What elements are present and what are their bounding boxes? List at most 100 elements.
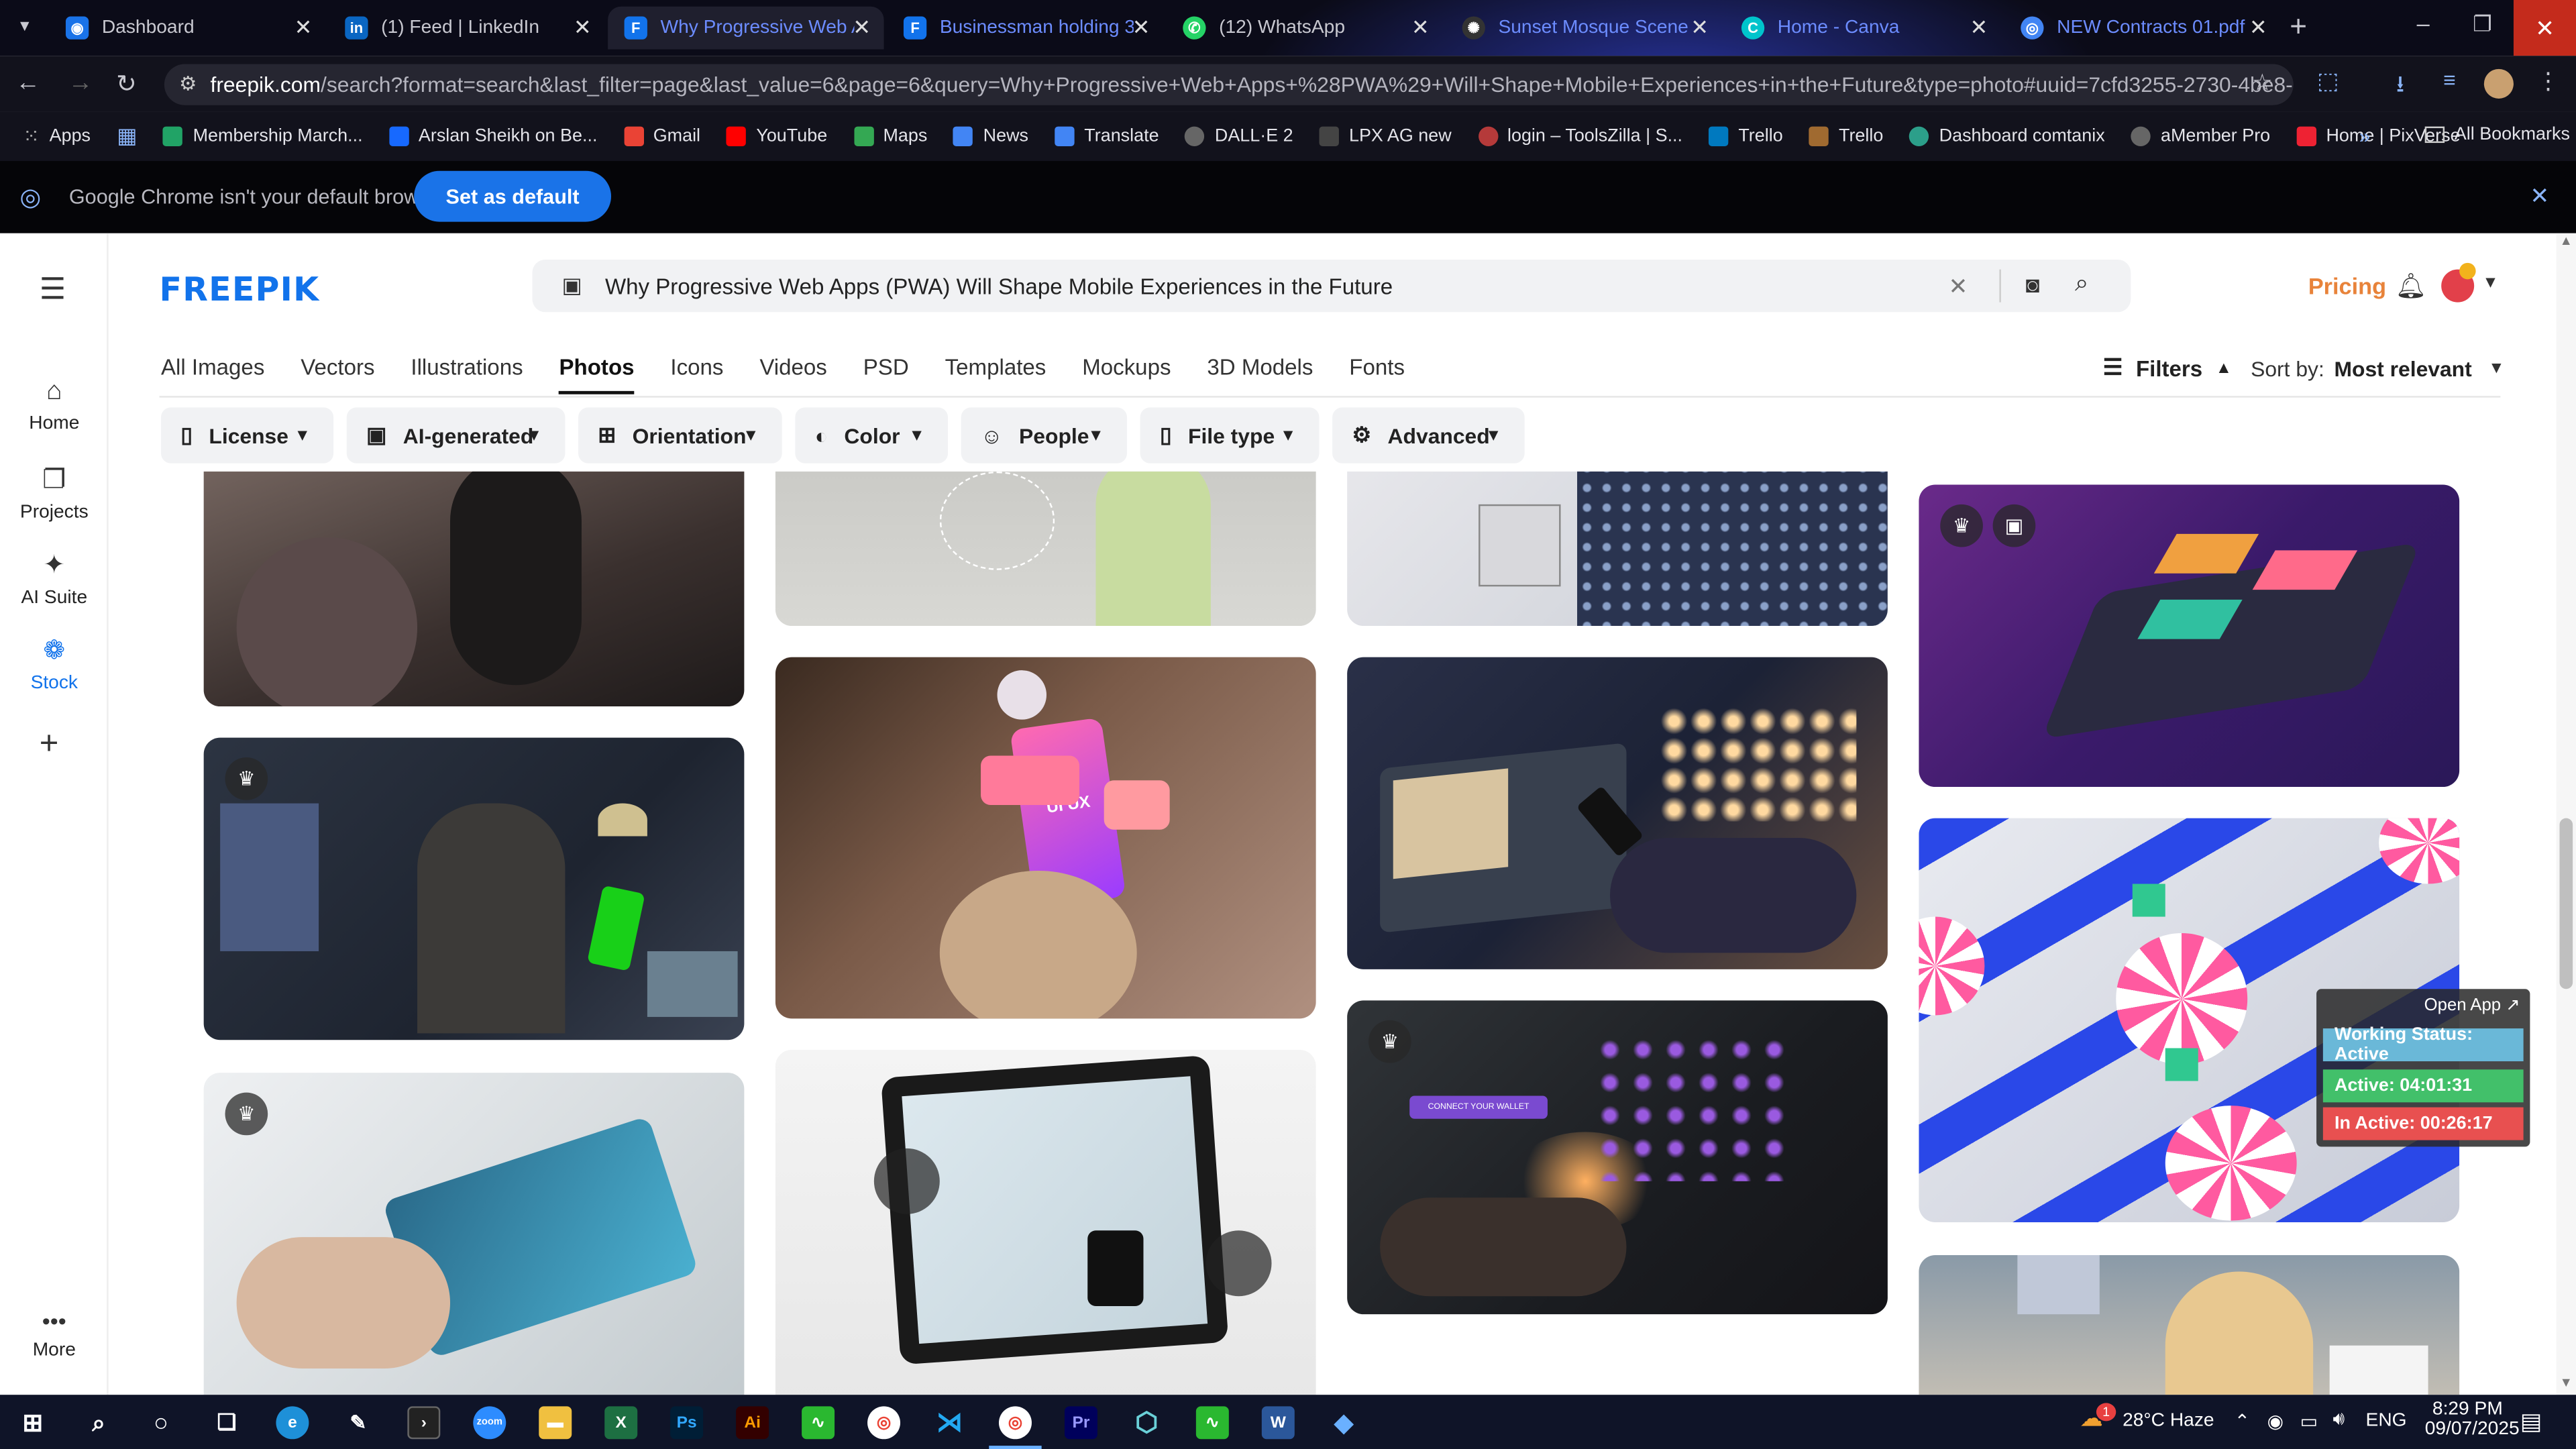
bookmark-maps[interactable]: Maps <box>853 126 927 146</box>
chevron-down-icon[interactable]: ▼ <box>2482 274 2498 292</box>
hamburger-menu-icon[interactable]: ☰ <box>40 273 66 307</box>
tab-whatsapp[interactable]: ✆ (12) WhatsApp ✕ <box>1167 7 1442 50</box>
bookmark-star-icon[interactable]: ☆ <box>2247 69 2277 97</box>
app-icon[interactable]: ∿ <box>802 1406 835 1440</box>
volume-icon[interactable]: 🔊︎ <box>2333 1409 2345 1431</box>
tab-mockups[interactable]: Mockups <box>1082 355 1171 394</box>
close-window-icon[interactable]: ✕ <box>2513 0 2576 56</box>
close-icon[interactable]: ✕ <box>853 15 871 41</box>
tab-fonts[interactable]: Fonts <box>1349 355 1405 394</box>
camera-icon[interactable]: ◙ <box>2026 271 2040 297</box>
sidebar-item-more[interactable]: ••• More <box>0 1307 109 1360</box>
bookmark-behance[interactable]: Arslan Sheikh on Be... <box>388 126 597 146</box>
file-type-filter[interactable]: ▯ File type ▼ <box>1140 407 1320 464</box>
tab-illustrations[interactable]: Illustrations <box>411 355 523 394</box>
set-as-default-button[interactable]: Set as default <box>414 170 612 222</box>
search-icon[interactable]: ⌕ <box>2075 270 2089 298</box>
more-bookmarks-icon[interactable]: » <box>2359 125 2370 148</box>
close-icon[interactable]: ✕ <box>2249 15 2267 41</box>
tab-all-images[interactable]: All Images <box>161 355 264 394</box>
license-filter[interactable]: ▯ License ▼ <box>161 407 334 464</box>
image-card[interactable] <box>1347 657 1888 969</box>
image-card[interactable]: ♛ ▣ <box>1919 484 2460 788</box>
terminal-icon[interactable]: › <box>407 1406 441 1440</box>
pen-icon[interactable]: ✎ <box>341 1406 374 1439</box>
premiere-icon[interactable]: Pr <box>1064 1406 1097 1440</box>
back-icon[interactable]: ← <box>13 69 43 97</box>
pricing-link[interactable]: Pricing <box>2308 273 2386 299</box>
extensions-icon[interactable]: ⬚ <box>2313 67 2343 95</box>
add-icon[interactable]: + <box>40 726 59 763</box>
illustrator-icon[interactable]: Ai <box>736 1406 769 1440</box>
notifications-icon[interactable]: ▤ <box>2520 1408 2542 1436</box>
chevron-up-icon[interactable]: ⌃ <box>2235 1409 2251 1432</box>
tab-3d-models[interactable]: 3D Models <box>1207 355 1313 394</box>
bookmark-gmail[interactable]: Gmail <box>623 126 700 146</box>
photoshop-icon[interactable]: Ps <box>670 1406 704 1440</box>
site-info-icon[interactable]: ⚙ <box>179 72 197 95</box>
image-card[interactable]: CONNECT YOUR WALLET ♛ <box>1347 1000 1888 1315</box>
scroll-up-icon[interactable]: ▲ <box>2560 233 2573 248</box>
tab-icons[interactable]: Icons <box>670 355 723 394</box>
close-icon[interactable]: ✕ <box>1970 15 1988 41</box>
reload-icon[interactable]: ↻ <box>112 69 142 99</box>
cortana-icon[interactable]: ○ <box>145 1406 178 1439</box>
tab-templates[interactable]: Templates <box>945 355 1046 394</box>
tab-freepik-pwa[interactable]: F Why Progressive Web Ap ✕ <box>608 6 884 50</box>
bookmark-trello[interactable]: Trello <box>1709 126 1783 146</box>
tab-chatgpt[interactable]: ✺ Sunset Mosque Scene Co ✕ <box>1446 7 1721 50</box>
bookmark-youtube[interactable]: YouTube <box>727 126 827 146</box>
bookmark-toolszilla[interactable]: login – ToolsZilla | S... <box>1477 126 1682 146</box>
new-tab-icon[interactable]: + <box>2284 10 2313 44</box>
app-icon[interactable]: ◆ <box>1328 1406 1360 1439</box>
bookmark-translate[interactable]: Translate <box>1055 126 1159 146</box>
people-filter[interactable]: ☺ People ▼ <box>961 407 1127 464</box>
chrome-active-icon[interactable]: ◎ <box>998 1406 1032 1440</box>
weather-text[interactable]: 28°C Haze <box>2123 1411 2214 1431</box>
media-control-icon[interactable]: ≡ <box>2434 67 2464 92</box>
close-icon[interactable]: ✕ <box>574 15 592 41</box>
image-card[interactable] <box>775 1049 1316 1395</box>
chrome-menu-icon[interactable]: ⋮ <box>2533 67 2563 95</box>
minimize-icon[interactable]: – <box>2408 10 2438 36</box>
open-app-link[interactable]: Open App ↗ <box>2424 996 2520 1015</box>
image-card[interactable] <box>203 471 745 707</box>
network-icon[interactable]: ▭ <box>2300 1409 2318 1432</box>
download-icon[interactable]: ⭳ <box>2385 67 2415 107</box>
bookmark-membership[interactable]: Membership March... <box>163 126 363 146</box>
bookmark-comtanix[interactable]: Dashboard comtanix <box>1909 126 2105 146</box>
scrollbar[interactable]: ▲ ▼ <box>2556 233 2576 1395</box>
app-icon[interactable]: ∿ <box>1195 1406 1229 1440</box>
excel-icon[interactable]: X <box>604 1406 638 1440</box>
image-card[interactable]: UI UX <box>775 657 1316 1019</box>
image-card[interactable] <box>1347 471 1888 627</box>
advanced-filter[interactable]: ⚙ Advanced ▼ <box>1332 407 1525 464</box>
image-type-icon[interactable]: ▣ <box>562 273 582 299</box>
orientation-filter[interactable]: ⊞ Orientation ▼ <box>578 407 782 464</box>
sidebar-item-projects[interactable]: ❐ Projects <box>0 464 109 523</box>
close-icon[interactable]: ✕ <box>2530 182 2549 211</box>
file-explorer-icon[interactable]: ▬ <box>539 1406 572 1440</box>
image-card[interactable]: ♛ <box>203 737 745 1040</box>
clear-search-icon[interactable]: ✕ <box>1948 273 1968 301</box>
url-bar[interactable]: ⚙ freepik.com/search?format=search&last_… <box>164 64 2294 105</box>
image-card[interactable] <box>775 471 1316 627</box>
bookmark-grid[interactable]: ▦ <box>117 123 137 150</box>
sidebar-item-home[interactable]: ⌂ Home <box>0 378 109 433</box>
forward-icon[interactable]: → <box>66 69 95 97</box>
color-filter[interactable]: ◐ Color ▼ <box>795 407 949 464</box>
meet-now-icon[interactable]: ◉ <box>2267 1409 2284 1432</box>
ai-generated-filter[interactable]: ▣ AI-generated ▼ <box>346 407 566 464</box>
bookmark-news[interactable]: News <box>953 126 1028 146</box>
app-icon[interactable]: ⬡ <box>1130 1406 1163 1439</box>
chrome-icon[interactable]: ◎ <box>867 1406 901 1440</box>
tab-linkedin[interactable]: in (1) Feed | LinkedIn ✕ <box>329 7 604 50</box>
windows-start-icon[interactable]: ⊞ <box>16 1406 49 1439</box>
scrollbar-thumb[interactable] <box>2559 818 2573 989</box>
tab-canva[interactable]: C Home - Canva ✕ <box>1725 7 2000 50</box>
tab-search-icon[interactable]: ▾ <box>10 15 40 36</box>
sort-dropdown[interactable]: Sort by: Most relevant ▼ <box>2251 356 2504 381</box>
tab-dashboard[interactable]: ◉ Dashboard ✕ <box>49 7 325 50</box>
zoom-icon[interactable]: zoom <box>473 1406 506 1440</box>
image-card[interactable]: ♛ <box>203 1073 745 1395</box>
